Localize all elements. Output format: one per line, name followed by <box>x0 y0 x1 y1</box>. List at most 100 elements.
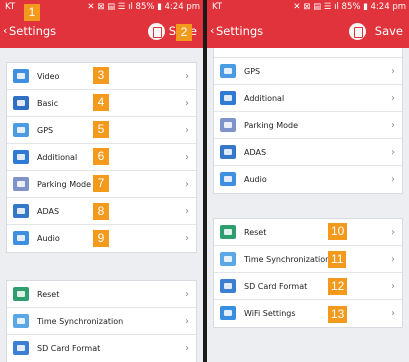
reset-icon <box>13 287 29 301</box>
settings-item-additional[interactable]: Additional › <box>214 85 402 112</box>
additional-settings-icon <box>220 91 236 105</box>
chevron-right-icon: › <box>391 174 395 185</box>
callout-badge-10: 10 <box>328 223 348 240</box>
back-chevron-icon[interactable]: ‹ <box>3 14 7 48</box>
settings-item-label: GPS <box>37 126 54 135</box>
callout-badge-4: 4 <box>93 94 109 111</box>
settings-item-label: Parking Mode <box>37 180 91 189</box>
status-bar: KT ✕ ⊠ ▤ ☰ ıl 85% ▮ 4:24 pm <box>207 0 409 14</box>
chevron-right-icon: › <box>391 254 395 265</box>
settings-item-label: ADAS <box>244 148 267 157</box>
chevron-right-icon: › <box>185 206 189 217</box>
status-icons: ✕ ⊠ ▤ ☰ ıl 85% ▮ 4:24 pm <box>293 2 406 12</box>
settings-item-time-synchronization[interactable]: Time Synchronization › <box>7 308 196 335</box>
chevron-right-icon: › <box>185 152 189 163</box>
callout-badge-13: 13 <box>328 306 348 323</box>
chevron-right-icon: › <box>185 125 189 136</box>
settings-item-label: Audio <box>244 175 267 184</box>
settings-item-adas[interactable]: ADAS › <box>214 139 402 166</box>
settings-item-label: Additional <box>244 94 285 103</box>
chevron-right-icon: › <box>185 98 189 109</box>
sd-card-icon <box>13 341 29 355</box>
phone-screen-left: KT ✕ ⊠ ▤ ☰ ıl 85% ▮ 4:24 pm ‹ Settings S… <box>0 0 203 362</box>
settings-item-label: Additional <box>37 153 78 162</box>
chevron-right-icon: › <box>185 179 189 190</box>
callout-badge-11: 11 <box>328 251 347 268</box>
audio-icon <box>13 231 29 245</box>
settings-group-system: Reset › Time Synchronization › SD Card F… <box>6 280 197 362</box>
callout-badge-9: 9 <box>93 230 109 247</box>
basic-settings-icon <box>13 96 29 110</box>
callout-badge-7: 7 <box>93 175 109 192</box>
back-chevron-icon[interactable]: ‹ <box>210 14 214 48</box>
chevron-right-icon: › <box>391 66 395 77</box>
callout-badge-3: 3 <box>93 67 109 84</box>
wifi-icon <box>220 306 236 320</box>
settings-item-reset[interactable]: Reset › <box>214 219 402 246</box>
audio-icon <box>220 172 236 186</box>
reset-icon <box>220 225 236 239</box>
phone-screen-right: KT ✕ ⊠ ▤ ☰ ıl 85% ▮ 4:24 pm ‹ Settings S… <box>207 0 409 362</box>
settings-item-sd-card-format[interactable]: SD Card Format › <box>214 273 402 300</box>
settings-item-label: Time Synchronization <box>37 317 124 326</box>
sd-card-icon[interactable] <box>148 23 165 40</box>
settings-item-label: Reset <box>244 228 267 237</box>
chevron-right-icon: › <box>185 343 189 354</box>
callout-badge-2: 2 <box>176 24 192 41</box>
adas-icon <box>13 204 29 218</box>
settings-item-label: Audio <box>37 234 60 243</box>
chevron-right-icon: › <box>185 71 189 82</box>
app-header: ‹ Settings Save <box>207 14 409 48</box>
callout-badge-1: 1 <box>24 4 40 21</box>
settings-item-label: Time Synchronization <box>244 255 331 264</box>
settings-item-reset[interactable]: Reset › <box>7 281 196 308</box>
carrier-label: KT <box>212 2 223 12</box>
clock-icon <box>13 314 29 328</box>
chevron-right-icon: › <box>391 308 395 319</box>
parking-mode-icon <box>220 118 236 132</box>
settings-group-primary: GPS › Additional › Parking Mode › ADAS ›… <box>213 48 403 194</box>
settings-item-label: Reset <box>37 290 60 299</box>
chevron-right-icon: › <box>185 233 189 244</box>
settings-item-label: GPS <box>244 67 261 76</box>
adas-icon <box>220 145 236 159</box>
gps-icon <box>13 123 29 137</box>
callout-badge-6: 6 <box>93 148 109 165</box>
chevron-right-icon: › <box>391 147 395 158</box>
chevron-right-icon: › <box>391 281 395 292</box>
additional-settings-icon <box>13 150 29 164</box>
settings-item-label: SD Card Format <box>244 282 308 291</box>
parking-mode-icon <box>13 177 29 191</box>
chevron-right-icon: › <box>391 120 395 131</box>
settings-item-sd-card-format[interactable]: SD Card Format › <box>7 335 196 362</box>
settings-item-label: Video <box>37 72 60 81</box>
settings-item-time-synchronization[interactable]: Time Synchronization › <box>214 246 402 273</box>
sd-card-icon <box>220 279 236 293</box>
chevron-right-icon: › <box>391 93 395 104</box>
sd-card-icon[interactable] <box>349 23 366 40</box>
settings-item-partial[interactable] <box>214 48 402 58</box>
settings-item-label: Basic <box>37 99 59 108</box>
chevron-right-icon: › <box>185 316 189 327</box>
save-button[interactable]: Save <box>375 14 403 48</box>
settings-item-parking-mode[interactable]: Parking Mode › <box>214 112 402 139</box>
settings-item-audio[interactable]: Audio › <box>214 166 402 193</box>
status-icons: ✕ ⊠ ▤ ☰ ıl 85% ▮ 4:24 pm <box>87 2 200 12</box>
settings-item-gps[interactable]: GPS › <box>214 58 402 85</box>
video-icon <box>13 69 29 83</box>
settings-item-label: SD Card Format <box>37 344 101 353</box>
settings-item-label: Parking Mode <box>244 121 298 130</box>
callout-badge-5: 5 <box>93 121 109 138</box>
callout-badge-12: 12 <box>328 278 348 295</box>
settings-item-wifi-settings[interactable]: WiFi Settings › <box>214 300 402 327</box>
gps-icon <box>220 64 236 78</box>
settings-item-label: WiFi Settings <box>244 309 296 318</box>
chevron-right-icon: › <box>185 289 189 300</box>
settings-group-system: Reset › Time Synchronization › SD Card F… <box>213 218 403 328</box>
carrier-label: KT <box>5 2 16 12</box>
clock-icon <box>220 252 236 266</box>
page-title: Settings <box>216 24 264 38</box>
callout-badge-8: 8 <box>93 203 109 220</box>
settings-item-label: ADAS <box>37 207 60 216</box>
chevron-right-icon: › <box>391 227 395 238</box>
